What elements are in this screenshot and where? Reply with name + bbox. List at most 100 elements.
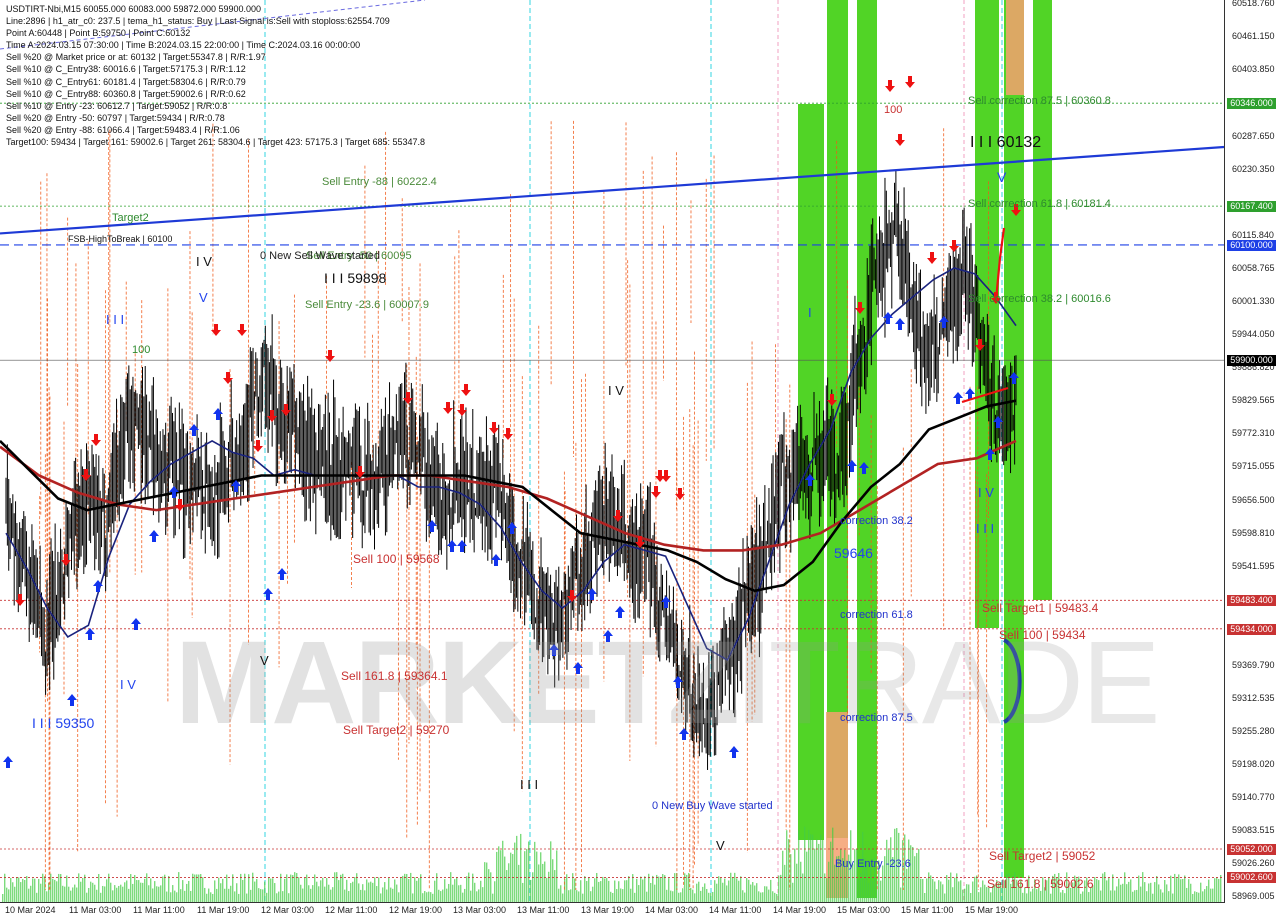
volume-bar xyxy=(274,883,276,902)
price-tag: 60346.000 xyxy=(1227,98,1276,110)
volume-bar xyxy=(1192,893,1194,902)
volume-bar xyxy=(722,882,724,902)
volume-bar xyxy=(424,891,426,902)
volume-bar xyxy=(464,888,466,902)
volume-bar xyxy=(748,879,750,902)
iii-60132-label: I I I 60132 xyxy=(970,134,1042,151)
volume-bar xyxy=(776,893,778,902)
wave-iv-top-label: I V xyxy=(196,254,212,269)
info-line: Point A:60448 | Point B:59750 | Point C:… xyxy=(6,28,191,39)
time-tick-label: 13 Mar 11:00 xyxy=(517,905,570,915)
volume-bar xyxy=(620,888,622,902)
wave-v-right-label: V xyxy=(997,169,1007,185)
volume-bar xyxy=(1106,880,1108,902)
buy-arrow xyxy=(729,746,739,758)
volume-bar xyxy=(938,880,940,902)
volume-bar xyxy=(262,889,264,902)
volume-bar xyxy=(432,893,434,902)
volume-bar xyxy=(192,873,194,902)
buy-arrow xyxy=(587,588,597,600)
volume-bar xyxy=(536,851,538,902)
volume-bar xyxy=(196,874,198,902)
time-tick-label: 13 Mar 19:00 xyxy=(581,905,635,915)
volume-bar xyxy=(202,877,204,902)
volume-bar xyxy=(512,854,514,902)
volume-bar xyxy=(1124,872,1126,902)
volume-bar xyxy=(444,879,446,902)
volume-bar xyxy=(220,883,222,902)
hundred-right-label: 100 xyxy=(884,104,903,116)
volume-bar xyxy=(734,872,736,902)
volume-bar xyxy=(1216,877,1218,902)
sell-arrow xyxy=(885,80,895,92)
price-tick-label: 59255.280 xyxy=(1232,725,1275,736)
volume-bar xyxy=(768,889,770,902)
volume-bar xyxy=(560,885,562,902)
volume-bar xyxy=(632,874,634,902)
volume-bar xyxy=(942,884,944,902)
volume-bar xyxy=(494,881,496,902)
volume-bar xyxy=(714,880,716,902)
volume-bar xyxy=(814,848,816,902)
volume-bar xyxy=(298,877,300,902)
volume-bar xyxy=(172,885,174,902)
volume-bar xyxy=(112,890,114,902)
volume-bar xyxy=(728,880,730,902)
volume-bar xyxy=(308,885,310,902)
time-tick-label: 15 Mar 03:00 xyxy=(837,905,891,915)
volume-bar xyxy=(70,890,72,902)
volume-bar xyxy=(576,890,578,902)
volume-bar xyxy=(210,892,212,902)
sell-arrow xyxy=(489,422,499,434)
volume-bar xyxy=(866,864,868,902)
volume-bar xyxy=(1204,889,1206,902)
buy-entry-23-label: Buy Entry -23.6 xyxy=(835,858,911,870)
volume-bar xyxy=(926,878,928,902)
volume-bar xyxy=(770,879,772,902)
volume-bar xyxy=(804,826,806,902)
volume-bar xyxy=(504,856,506,902)
volume-bar xyxy=(880,880,882,902)
volume-bar xyxy=(254,881,256,902)
volume-bar xyxy=(28,888,30,902)
volume-bar xyxy=(544,861,546,902)
volume-bar xyxy=(48,882,50,902)
volume-bar xyxy=(1062,890,1064,902)
volume-bar xyxy=(410,872,412,902)
buy-arrow xyxy=(847,460,857,472)
volume-bar xyxy=(648,873,650,902)
volume-bar xyxy=(430,892,432,902)
volume-bar xyxy=(516,835,518,902)
volume-bar xyxy=(514,842,516,902)
volume-bar xyxy=(702,886,704,902)
volume-bar xyxy=(1202,891,1204,902)
volume-bar xyxy=(256,879,258,902)
volume-bar xyxy=(832,827,834,902)
volume-bar xyxy=(440,891,442,902)
buy-arrow xyxy=(615,606,625,618)
volume-bar xyxy=(398,892,400,902)
time-tick-label: 12 Mar 19:00 xyxy=(389,905,443,915)
volume-bar xyxy=(240,873,242,902)
wave-iii-59898-label: I I I 59898 xyxy=(324,270,387,286)
volume-bar xyxy=(1088,892,1090,902)
volume-bar xyxy=(468,872,470,902)
volume-bar xyxy=(626,880,628,902)
volume-bar xyxy=(32,878,34,902)
volume-bar xyxy=(1138,875,1140,902)
volume-bar xyxy=(370,881,372,902)
volume-bar xyxy=(592,886,594,902)
volume-bar xyxy=(1110,890,1112,902)
volume-bar xyxy=(1156,875,1158,902)
volume-bar xyxy=(950,872,952,902)
volume-bar xyxy=(392,888,394,902)
volume-bar xyxy=(542,863,544,902)
volume-bar xyxy=(970,892,972,902)
volume-bar xyxy=(484,862,486,902)
volume-bar xyxy=(812,834,814,902)
sell-arrow xyxy=(905,76,915,88)
volume-bar xyxy=(502,840,504,902)
volume-bar xyxy=(708,892,710,902)
buy-arrow xyxy=(603,630,613,642)
volume-bar xyxy=(10,877,12,902)
